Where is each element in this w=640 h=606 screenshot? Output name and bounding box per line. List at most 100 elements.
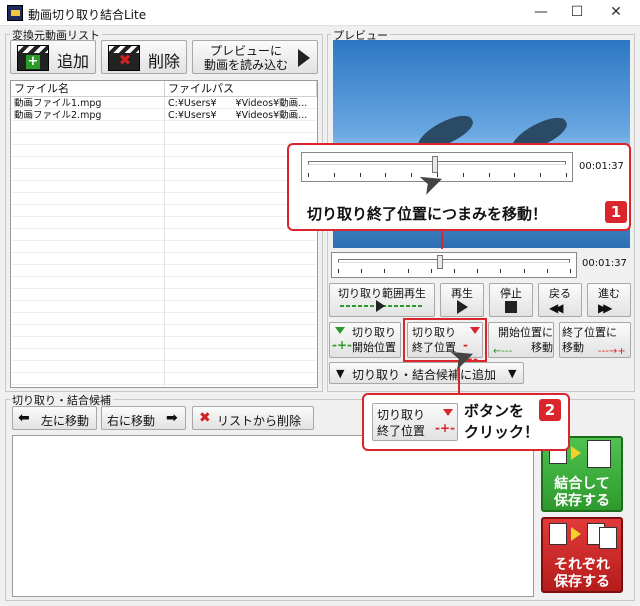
move-left-label: 左に移動 [41, 414, 90, 428]
play-button[interactable]: 再生 [440, 283, 484, 317]
slider-tick [488, 173, 490, 177]
slider-tick [407, 269, 409, 273]
range-play-label: 切り取り範囲再生 [338, 287, 426, 300]
end-cross-icon: -+- [435, 421, 456, 435]
slider-tick [523, 269, 525, 273]
arrow-icon [571, 527, 581, 541]
slider-tick [338, 269, 339, 273]
window-title: 動画切り取り結合Lite [28, 8, 147, 22]
right-arrow-icon: ➡ [166, 410, 178, 426]
save-each-line2: 保存する [554, 574, 610, 590]
range-play-button[interactable]: 切り取り範囲再生 [329, 283, 435, 317]
stop-button[interactable]: 停止 [489, 283, 533, 317]
list-item[interactable]: 動画ファイル2.mpg [11, 110, 165, 122]
cut-start-button[interactable]: -+- 切り取り 開始位置 [329, 322, 401, 358]
seek-thumb[interactable] [437, 255, 444, 269]
add-label: 追加 [57, 52, 90, 71]
step-2-badge: 2 [539, 399, 561, 421]
slider-tick [454, 269, 455, 273]
slider-tick [570, 269, 571, 273]
remove-label: リストから削除 [217, 414, 302, 428]
add-to-candidates-button[interactable]: ▼ 切り取り・結合候補に追加 ▼ [329, 362, 524, 384]
step-1-badge: 1 [605, 201, 627, 223]
slider-tick [359, 173, 361, 177]
x-icon: ✖ [199, 410, 211, 426]
stop-label: 停止 [500, 287, 522, 300]
callout-2-line2: クリック！ [464, 423, 540, 441]
callout-cut-end-line1: 切り取り [377, 408, 426, 422]
play-icon [457, 300, 468, 314]
move-to-start-button[interactable]: 開始位置に 移動 ←--- [488, 322, 554, 358]
minimize-button[interactable]: — [523, 0, 559, 26]
back-button[interactable]: 戻る ◀◀ [538, 283, 582, 317]
source-file-list[interactable]: ファイル名 ファイルパス 動画ファイル1.mpg C:¥Users¥ ¥Vide… [10, 80, 318, 388]
current-time: 00:01:37 [582, 258, 627, 269]
callout-1-pointer [441, 231, 443, 249]
zoomed-time: 00:01:37 [579, 161, 624, 172]
forward-label: 進む [598, 287, 620, 300]
left-arrow-icon: ⬅ [18, 410, 30, 426]
column-file-path[interactable]: ファイルパス [165, 81, 317, 97]
slider-tick [333, 173, 335, 177]
move-end-arrow-icon: ---→+ [598, 346, 626, 357]
title-bar: 動画切り取り結合Lite — ☐ ✕ [0, 0, 640, 26]
film-icon [549, 523, 567, 545]
candidate-list[interactable] [12, 435, 534, 597]
maximize-button[interactable]: ☐ [559, 0, 595, 26]
callout-cut-end-line2: 終了位置 [377, 424, 426, 438]
save-each-line1: それぞれ [554, 557, 610, 573]
plus-icon: + [26, 54, 40, 69]
move-to-end-button[interactable]: 終了位置に 移動 ---→+ [559, 322, 631, 358]
stop-icon [505, 301, 517, 313]
move-end-line1: 終了位置に [562, 326, 617, 339]
clapperboard-icon: + [17, 45, 49, 71]
list-item-path[interactable]: C:¥Users¥ ¥Videos¥動画... [165, 110, 317, 122]
slider-tick [385, 173, 387, 177]
move-start-arrow-icon: ←--- [493, 346, 513, 357]
load-preview-line1: プレビューに [209, 44, 282, 58]
x-icon: ✖ [118, 51, 132, 69]
join-save-line1: 結合して [554, 476, 610, 492]
slider-tick [500, 269, 502, 273]
slider-tick [540, 173, 542, 177]
remove-from-list-button[interactable]: ✖ リストから削除 [192, 406, 314, 430]
slider-tick [411, 173, 413, 177]
slider-tick [361, 269, 363, 273]
load-preview-line2: 動画を読み込む [203, 58, 288, 72]
play-arrow-icon [298, 49, 310, 67]
cut-start-line1: 切り取り [352, 326, 396, 339]
slider-tick [384, 269, 386, 273]
list-item-path[interactable]: C:¥Users¥ ¥Videos¥動画... [165, 98, 317, 110]
close-button[interactable]: ✕ [598, 0, 634, 26]
callout-1: 00:01:37 ➤ 切り取り終了位置につまみを移動！ 1 [287, 143, 631, 231]
callout-1-text: 切り取り終了位置につまみを移動！ [307, 205, 548, 223]
move-left-button[interactable]: ⬅ 左に移動 [12, 406, 97, 430]
delete-button[interactable]: ✖ 削除 [101, 40, 187, 74]
move-right-button[interactable]: 右に移動 ➡ [101, 406, 186, 430]
delete-label: 削除 [148, 52, 181, 71]
load-preview-button[interactable]: プレビューに 動画を読み込む [192, 40, 318, 74]
fast-forward-icon: ▶▶ [598, 301, 613, 315]
down-arrow-icon: ▼ [336, 367, 345, 380]
slider-tick [566, 173, 567, 177]
column-file-name[interactable]: ファイル名 [11, 81, 165, 97]
arrow-icon [571, 446, 581, 460]
save-each-button[interactable]: それぞれ 保存する [541, 517, 623, 593]
slider-tick [308, 173, 309, 177]
forward-button[interactable]: 進む ▶▶ [587, 283, 631, 317]
film-icon [599, 527, 617, 549]
slider-tick [462, 173, 464, 177]
seek-track [338, 259, 570, 263]
clapperboard-icon: ✖ [108, 45, 140, 71]
add-button[interactable]: + 追加 [10, 40, 96, 74]
slider-tick [514, 173, 516, 177]
slider-tick [430, 269, 432, 273]
film-icon [587, 440, 611, 468]
rewind-icon: ◀◀ [549, 301, 564, 315]
start-marker-icon [335, 327, 345, 334]
list-header: ファイル名 ファイルパス [11, 81, 317, 97]
move-right-label: 右に移動 [107, 414, 156, 428]
seek-slider[interactable] [331, 252, 577, 278]
slider-tick [546, 269, 548, 273]
list-item[interactable]: 動画ファイル1.mpg [11, 98, 165, 110]
